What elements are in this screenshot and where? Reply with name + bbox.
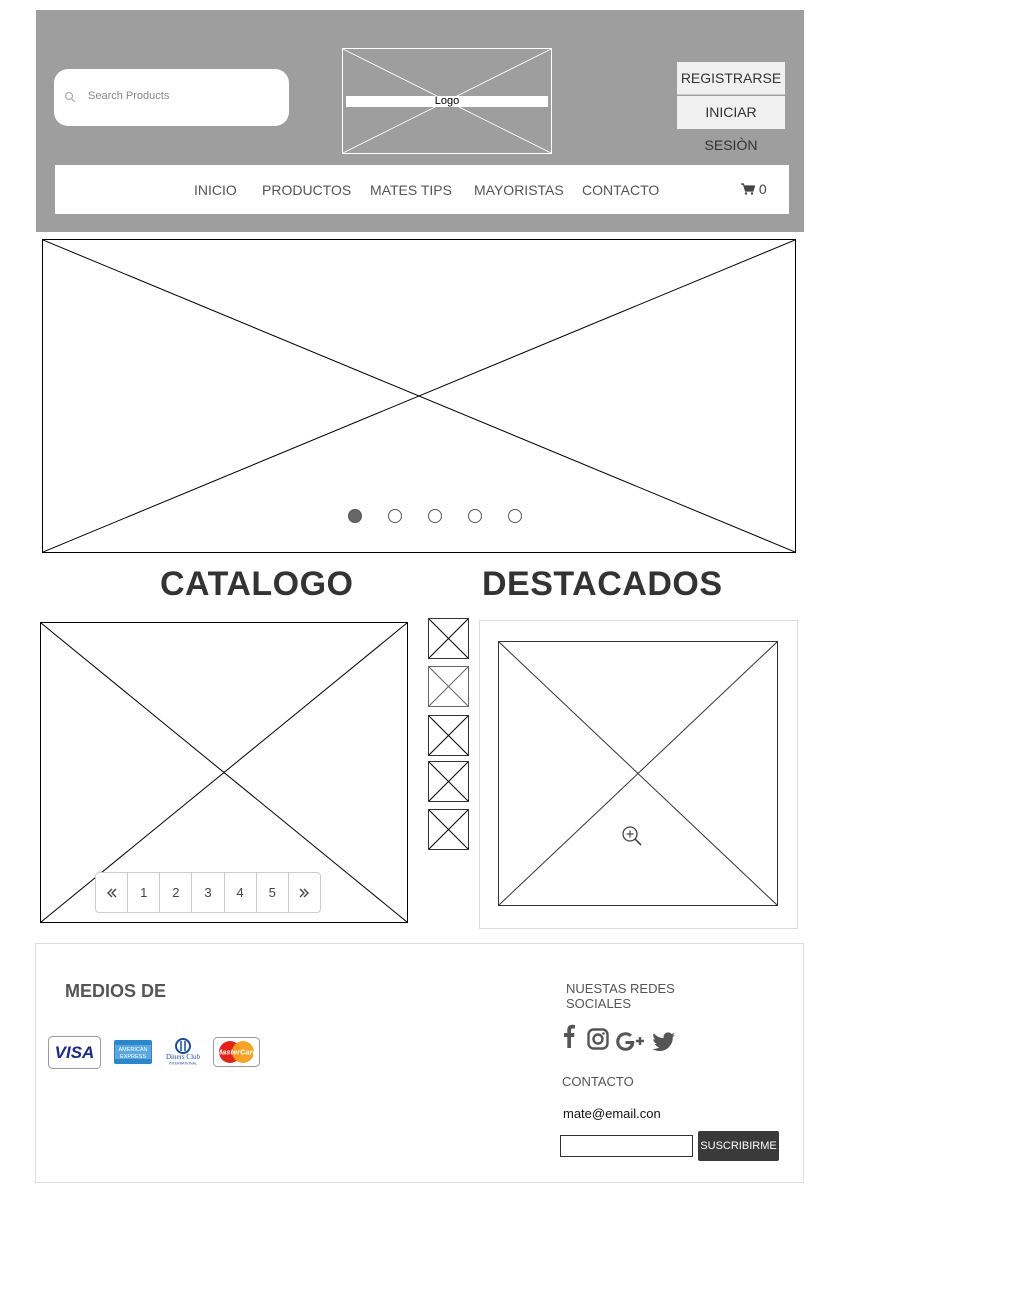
visa-card-icon: VISA (48, 1036, 101, 1069)
featured-thumbnail-2[interactable] (428, 666, 469, 707)
featured-title: DESTACADOS (482, 565, 723, 603)
nav-item-productos[interactable]: PRODUCTOS (262, 182, 351, 198)
payment-methods-title: MEDIOS DE (65, 981, 167, 1001)
pagination-page-5[interactable]: 5 (257, 873, 289, 912)
cart-button[interactable]: 0 (741, 181, 767, 197)
cart-icon (741, 183, 756, 195)
pagination-page-3[interactable]: 3 (192, 873, 225, 912)
svg-text:INTERNATIONAL: INTERNATIONAL (169, 1062, 197, 1066)
carousel-dot-2[interactable] (388, 509, 402, 523)
svg-text:VISA: VISA (55, 1043, 95, 1062)
pagination-page-1[interactable]: 1 (128, 873, 161, 912)
pagination-page-4[interactable]: 4 (225, 873, 257, 912)
main-nav: INICIO PRODUCTOS MATES TIPS MAYORISTAS C… (55, 165, 789, 214)
svg-text:AMERICAN: AMERICAN (118, 1047, 147, 1053)
subscribe-button[interactable]: SUSCRIBIRME (698, 1131, 779, 1161)
double-chevron-right-icon (299, 888, 310, 898)
login-button[interactable]: INICIAR SESIÒN (677, 96, 785, 153)
nav-item-mates-tips[interactable]: MATES TIPS (370, 182, 452, 198)
diners-card-icon: Diners Club INTERNATIONAL (166, 1038, 201, 1066)
google-plus-icon[interactable] (615, 1029, 645, 1053)
register-button[interactable]: REGISTRARSE (677, 62, 785, 95)
catalog-pagination: 1 2 3 4 5 (95, 872, 321, 913)
twitter-icon[interactable] (652, 1030, 675, 1054)
svg-text:EXPRESS: EXPRESS (120, 1054, 146, 1060)
featured-thumbnail-1[interactable] (428, 618, 469, 659)
pagination-page-2[interactable]: 2 (160, 873, 193, 912)
zoom-in-icon[interactable] (621, 825, 643, 847)
logo-placeholder: Logo (342, 48, 552, 154)
catalog-title: CATALOGO (160, 565, 354, 603)
hero-carousel-image (42, 239, 796, 553)
nav-item-mayoristas[interactable]: MAYORISTAS (474, 182, 564, 198)
logo-label: Logo (346, 96, 548, 107)
pagination-prev-button[interactable] (96, 873, 129, 912)
nav-item-inicio[interactable]: INICIO (194, 182, 237, 198)
instagram-icon[interactable] (587, 1027, 609, 1051)
featured-main-image (498, 641, 778, 906)
nav-item-contacto[interactable]: CONTACTO (582, 182, 659, 198)
search-icon (64, 91, 76, 103)
contact-email: mate@email.con (563, 1106, 661, 1121)
carousel-dot-1[interactable] (348, 509, 362, 523)
facebook-icon[interactable] (563, 1024, 575, 1048)
search-placeholder: Search Products (88, 90, 170, 102)
carousel-dot-3[interactable] (428, 509, 442, 523)
newsletter-email-input[interactable] (560, 1135, 693, 1157)
mastercard-card-icon: MasterCard (213, 1037, 260, 1067)
pagination-next-button[interactable] (289, 873, 320, 912)
svg-text:MasterCard: MasterCard (216, 1048, 258, 1057)
carousel-dot-4[interactable] (468, 509, 482, 523)
cart-count: 0 (758, 181, 767, 197)
contact-title: CONTACTO (562, 1074, 634, 1089)
featured-thumbnail-3[interactable] (428, 715, 469, 756)
svg-text:Diners Club: Diners Club (166, 1053, 201, 1061)
social-title: NUESTAS REDES SOCIALES (566, 981, 675, 1011)
double-chevron-left-icon (106, 888, 117, 898)
search-input[interactable]: Search Products (54, 69, 289, 126)
carousel-dot-5[interactable] (508, 509, 522, 523)
featured-thumbnail-4[interactable] (428, 761, 469, 802)
featured-thumbnail-5[interactable] (428, 809, 469, 850)
amex-card-icon: AMERICAN EXPRESS (114, 1040, 152, 1064)
